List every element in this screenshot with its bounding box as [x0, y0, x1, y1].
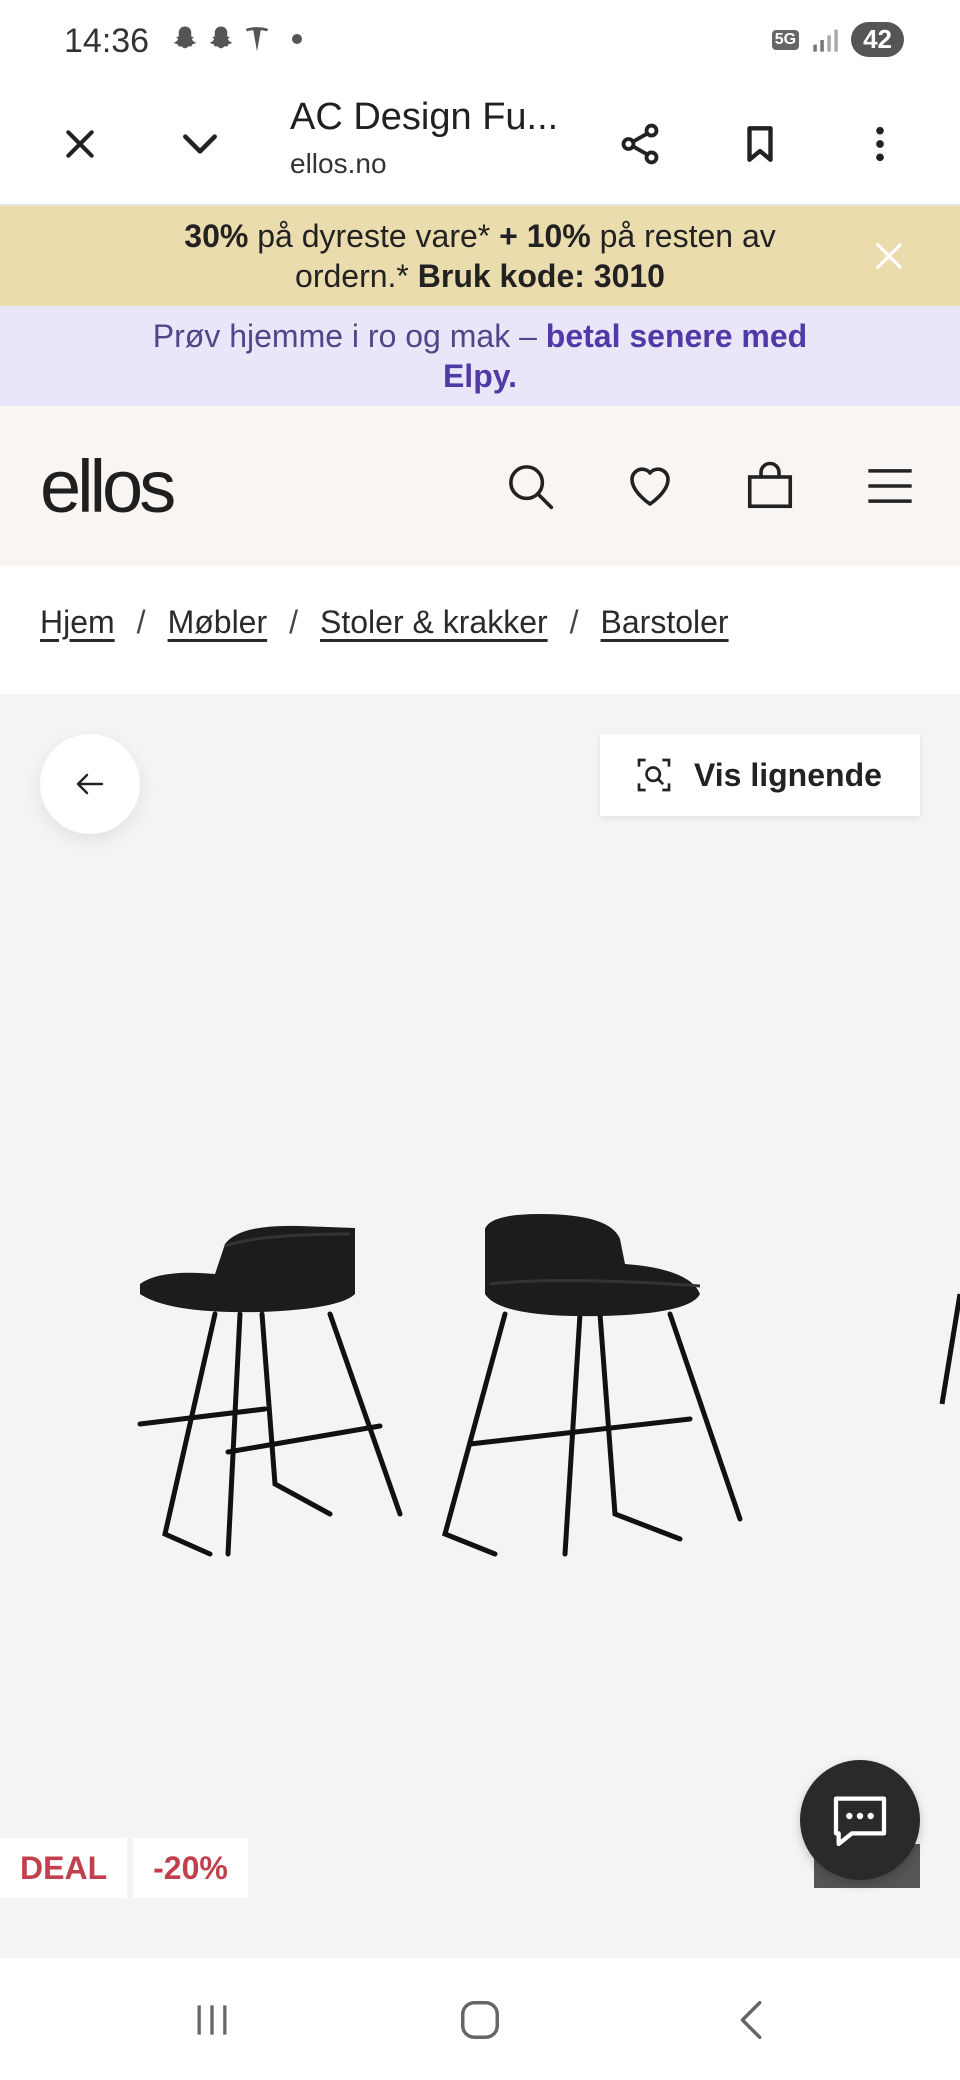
snapchat-icon [209, 26, 233, 49]
close-icon [66, 130, 94, 158]
share-button[interactable] [602, 106, 678, 182]
signal-icon [813, 29, 838, 52]
page-title: AC Design Fu... [290, 96, 559, 138]
system-nav-bar [0, 1958, 960, 2080]
bar-stool-right-seat [485, 1214, 700, 1317]
promo-discount-2: + 10% [499, 218, 591, 254]
network-5g-icon: 5G [771, 29, 800, 50]
breadcrumb-separator: / [289, 604, 299, 640]
breadcrumb-separator: / [569, 604, 579, 640]
visual-search-icon [637, 758, 671, 792]
menu-icon [868, 469, 912, 503]
page-domain: ellos.no [290, 148, 387, 179]
product-image [137, 1214, 960, 1557]
system-icons: 5G 42 [771, 22, 904, 57]
heart-icon [630, 467, 670, 506]
status-time: 14:36 [64, 22, 150, 60]
show-similar-button[interactable]: Vis lignende [600, 734, 920, 816]
dot-icon [292, 34, 302, 44]
breadcrumb-item-home[interactable]: Hjem [40, 604, 115, 641]
close-icon [876, 243, 902, 269]
breadcrumb-separator: / [136, 604, 146, 640]
snapchat-icon [173, 26, 197, 49]
product-gallery[interactable]: Vis lignende DEAL -20% [0, 694, 960, 1958]
show-similar-label: Vis lignende [694, 756, 882, 793]
bar-stool-left [137, 1311, 403, 1557]
browser-toolbar: AC Design Fu... ellos.no [0, 84, 960, 206]
search-icon [509, 465, 554, 510]
home-button[interactable] [440, 1988, 520, 2052]
elpy-text: Prøv hjemme i ro og mak – betal senere m… [130, 316, 830, 396]
recent-apps-icon [197, 2005, 227, 2035]
ellos-logo[interactable]: ellos [40, 444, 176, 529]
tesla-icon [245, 27, 269, 52]
discount-badge: -20% [133, 1838, 248, 1898]
search-button[interactable] [500, 456, 560, 516]
bag-icon [747, 461, 793, 509]
chevron-down-icon [183, 134, 217, 154]
back-nav-button[interactable] [712, 1988, 792, 2052]
breadcrumb-item-chairs[interactable]: Stoler & krakker [320, 604, 548, 641]
more-vert-icon [876, 126, 884, 162]
promo-discount-1: 30% [184, 218, 249, 254]
promo-code: Bruk kode: 3010 [417, 258, 665, 294]
next-image-edge [939, 1293, 960, 1405]
bar-stool-left-seat [140, 1225, 355, 1313]
deal-badge: DEAL [0, 1838, 128, 1898]
breadcrumb-item-furniture[interactable]: Møbler [168, 604, 268, 641]
notification-icons [170, 24, 302, 54]
chat-icon [833, 1796, 887, 1847]
elpy-banner[interactable]: Prøv hjemme i ro og mak – betal senere m… [0, 306, 960, 406]
arrow-left-icon [76, 773, 104, 795]
back-button[interactable] [40, 734, 140, 834]
elpy-intro: Prøv hjemme i ro og mak – [152, 318, 546, 354]
bookmark-icon [747, 126, 773, 162]
promo-banner: 30% på dyreste vare* + 10% på resten av … [0, 206, 960, 306]
minimize-button[interactable] [162, 106, 238, 182]
breadcrumb: Hjem / Møbler / Stoler & krakker / Barst… [40, 604, 729, 641]
site-header: ellos [0, 406, 960, 566]
chevron-left-icon [740, 2001, 762, 2039]
cart-button[interactable] [740, 456, 800, 516]
share-icon [621, 123, 659, 165]
product-badges: DEAL -20% [0, 1838, 248, 1898]
breadcrumb-item-barstools[interactable]: Barstoler [601, 604, 729, 641]
promo-text-1: på dyreste vare* [248, 218, 500, 254]
bar-stool-right [442, 1311, 743, 1557]
home-icon [461, 2001, 499, 2039]
promo-close-button[interactable] [874, 240, 904, 270]
battery-indicator: 42 [851, 22, 904, 57]
close-tab-button[interactable] [42, 106, 118, 182]
recent-apps-button[interactable] [172, 1988, 252, 2052]
more-options-button[interactable] [842, 106, 918, 182]
bookmark-button[interactable] [722, 106, 798, 182]
wishlist-button[interactable] [620, 456, 680, 516]
status-bar: 14:36 5G 42 [0, 0, 960, 84]
menu-button[interactable] [860, 456, 920, 516]
promo-text: 30% på dyreste vare* + 10% på resten av … [140, 216, 820, 296]
chat-button[interactable] [800, 1760, 920, 1880]
